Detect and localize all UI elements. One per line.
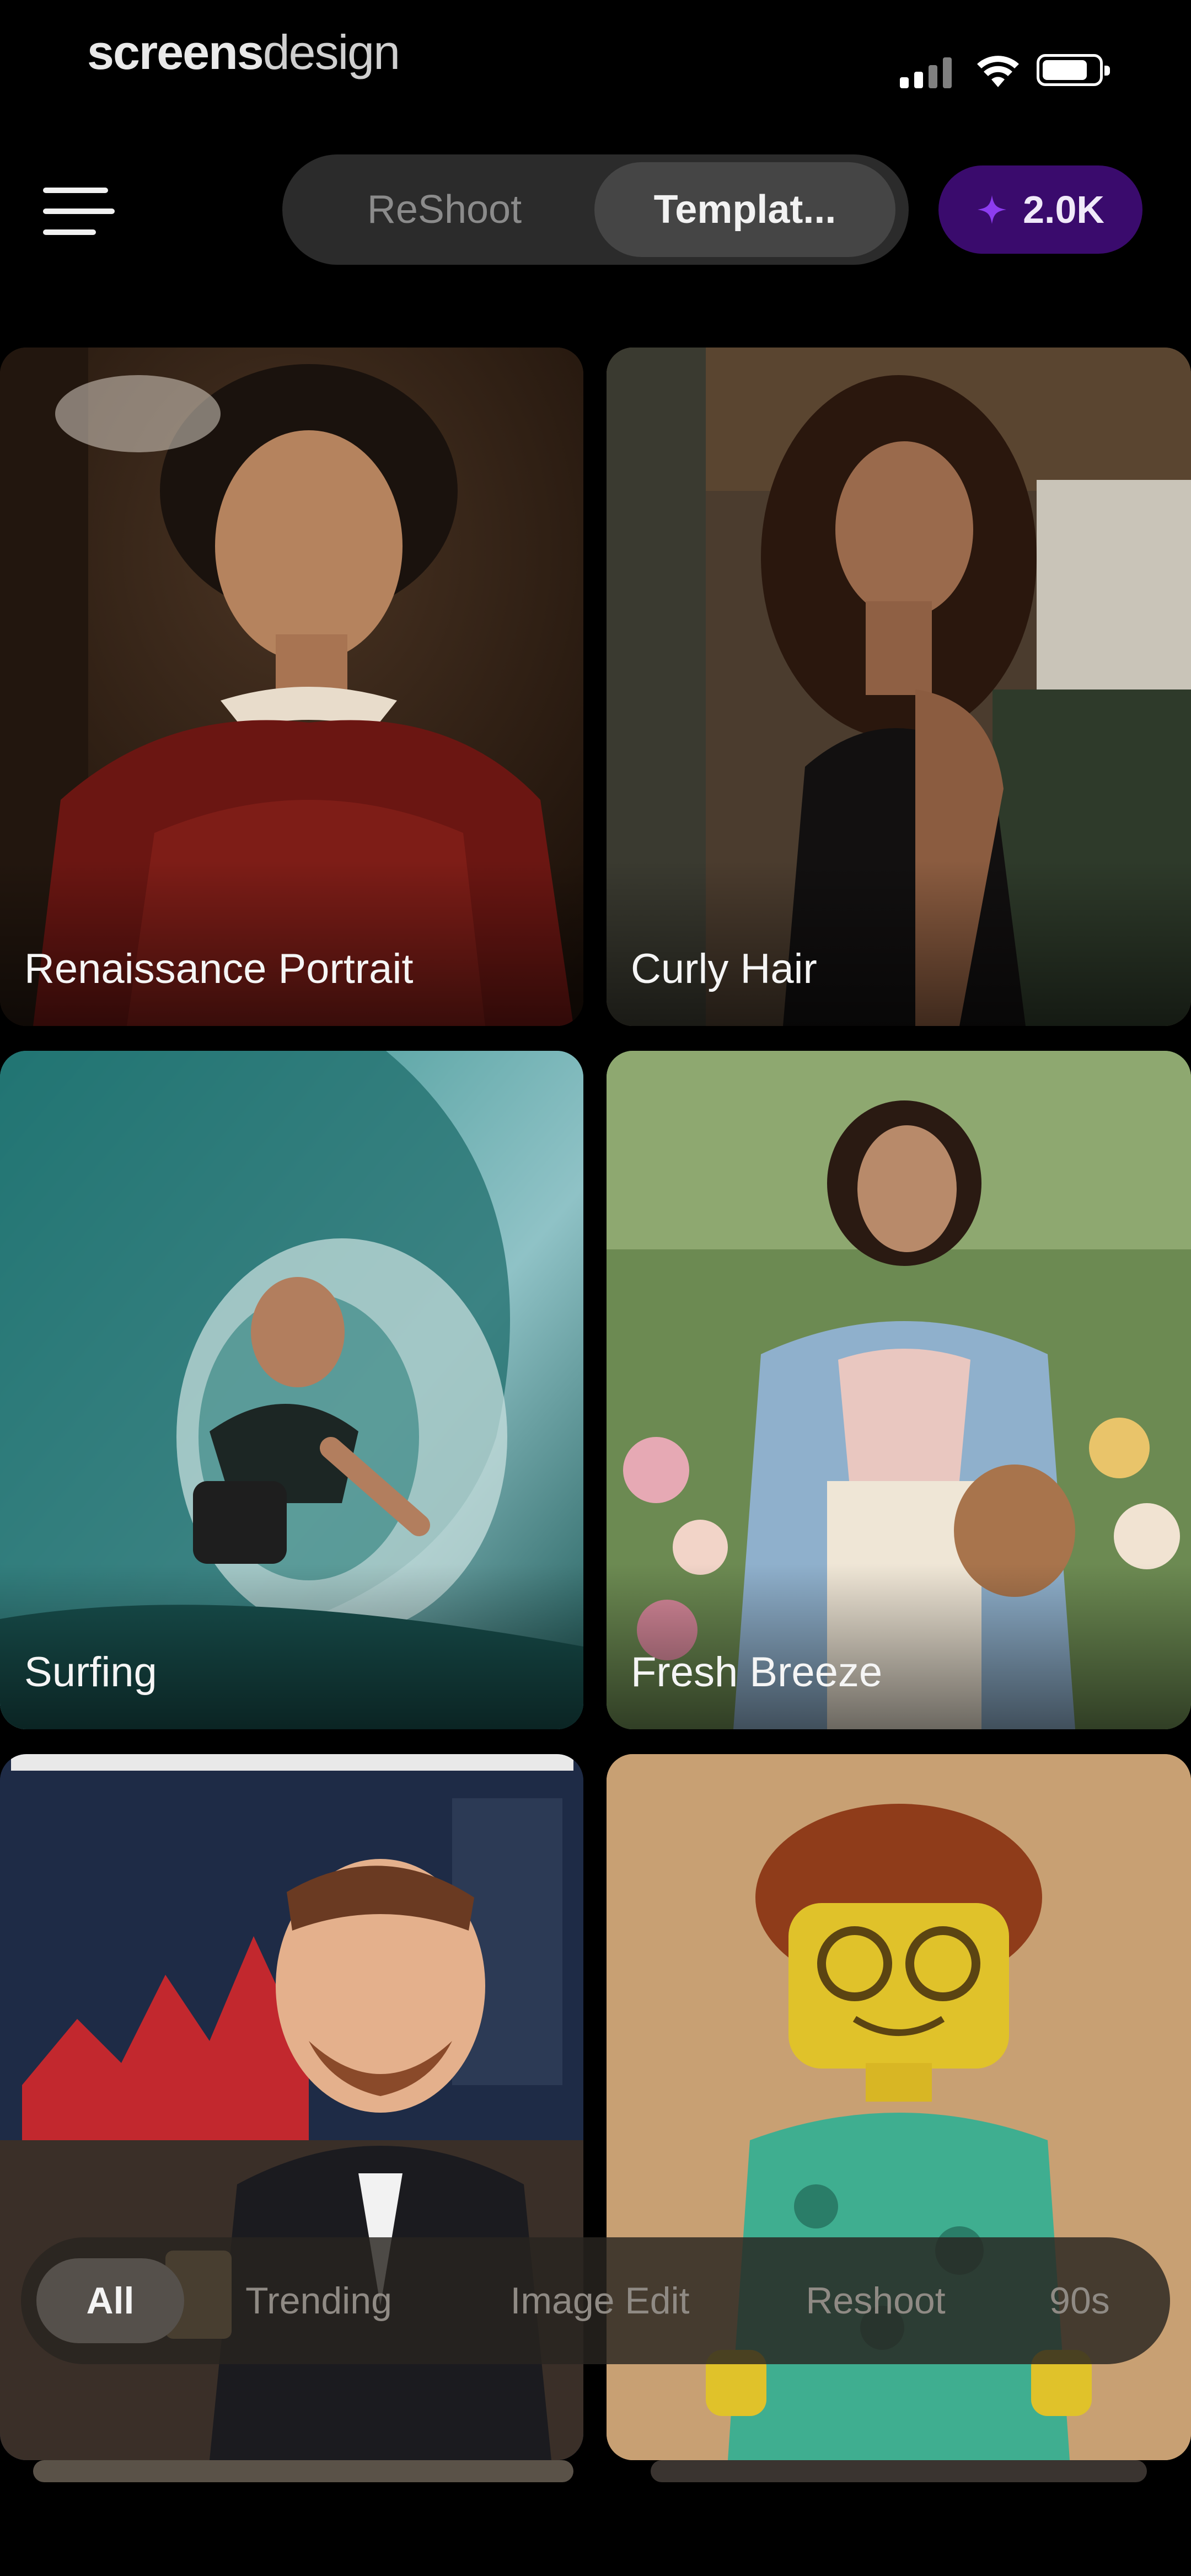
chip-reshoot[interactable]: Reshoot [771,2258,980,2343]
template-label: Renaissance Portrait [24,945,414,992]
next-row-peek [33,2460,573,2482]
status-bar: screensdesign [0,0,1191,121]
battery-icon [1037,54,1110,86]
credits-button[interactable]: 2.0K [938,165,1142,254]
menu-icon[interactable] [43,188,115,237]
chip-all[interactable]: All [36,2258,184,2343]
chip-90s[interactable]: 90s [1024,2258,1135,2343]
template-label: Fresh Breeze [631,1649,883,1696]
template-card-fresh-breeze[interactable]: Fresh Breeze [607,1051,1191,1729]
credits-count: 2.0K [1023,188,1104,231]
template-card-renaissance-portrait[interactable]: Renaissance Portrait [0,348,583,1026]
next-row-peek [651,2460,1147,2482]
sparkle-icon [978,195,1007,224]
brand-watermark: screensdesign [87,25,400,79]
template-label: Curly Hair [631,945,817,992]
template-card-surfing[interactable]: Surfing [0,1051,583,1729]
segment-templates[interactable]: Templat... [594,162,895,257]
chip-trending[interactable]: Trending [208,2258,429,2343]
template-card-curly-hair[interactable]: Curly Hair [607,348,1191,1026]
chip-image-edit[interactable]: Image Edit [473,2258,727,2343]
wifi-icon [977,56,1019,87]
mode-segmented-control: ReShoot Templat... [282,154,909,265]
segment-reshoot[interactable]: ReShoot [296,162,593,257]
category-filter-bar: All Trending Image Edit Reshoot 90s [21,2237,1170,2364]
template-label: Surfing [24,1649,157,1696]
signal-icon [900,56,955,88]
